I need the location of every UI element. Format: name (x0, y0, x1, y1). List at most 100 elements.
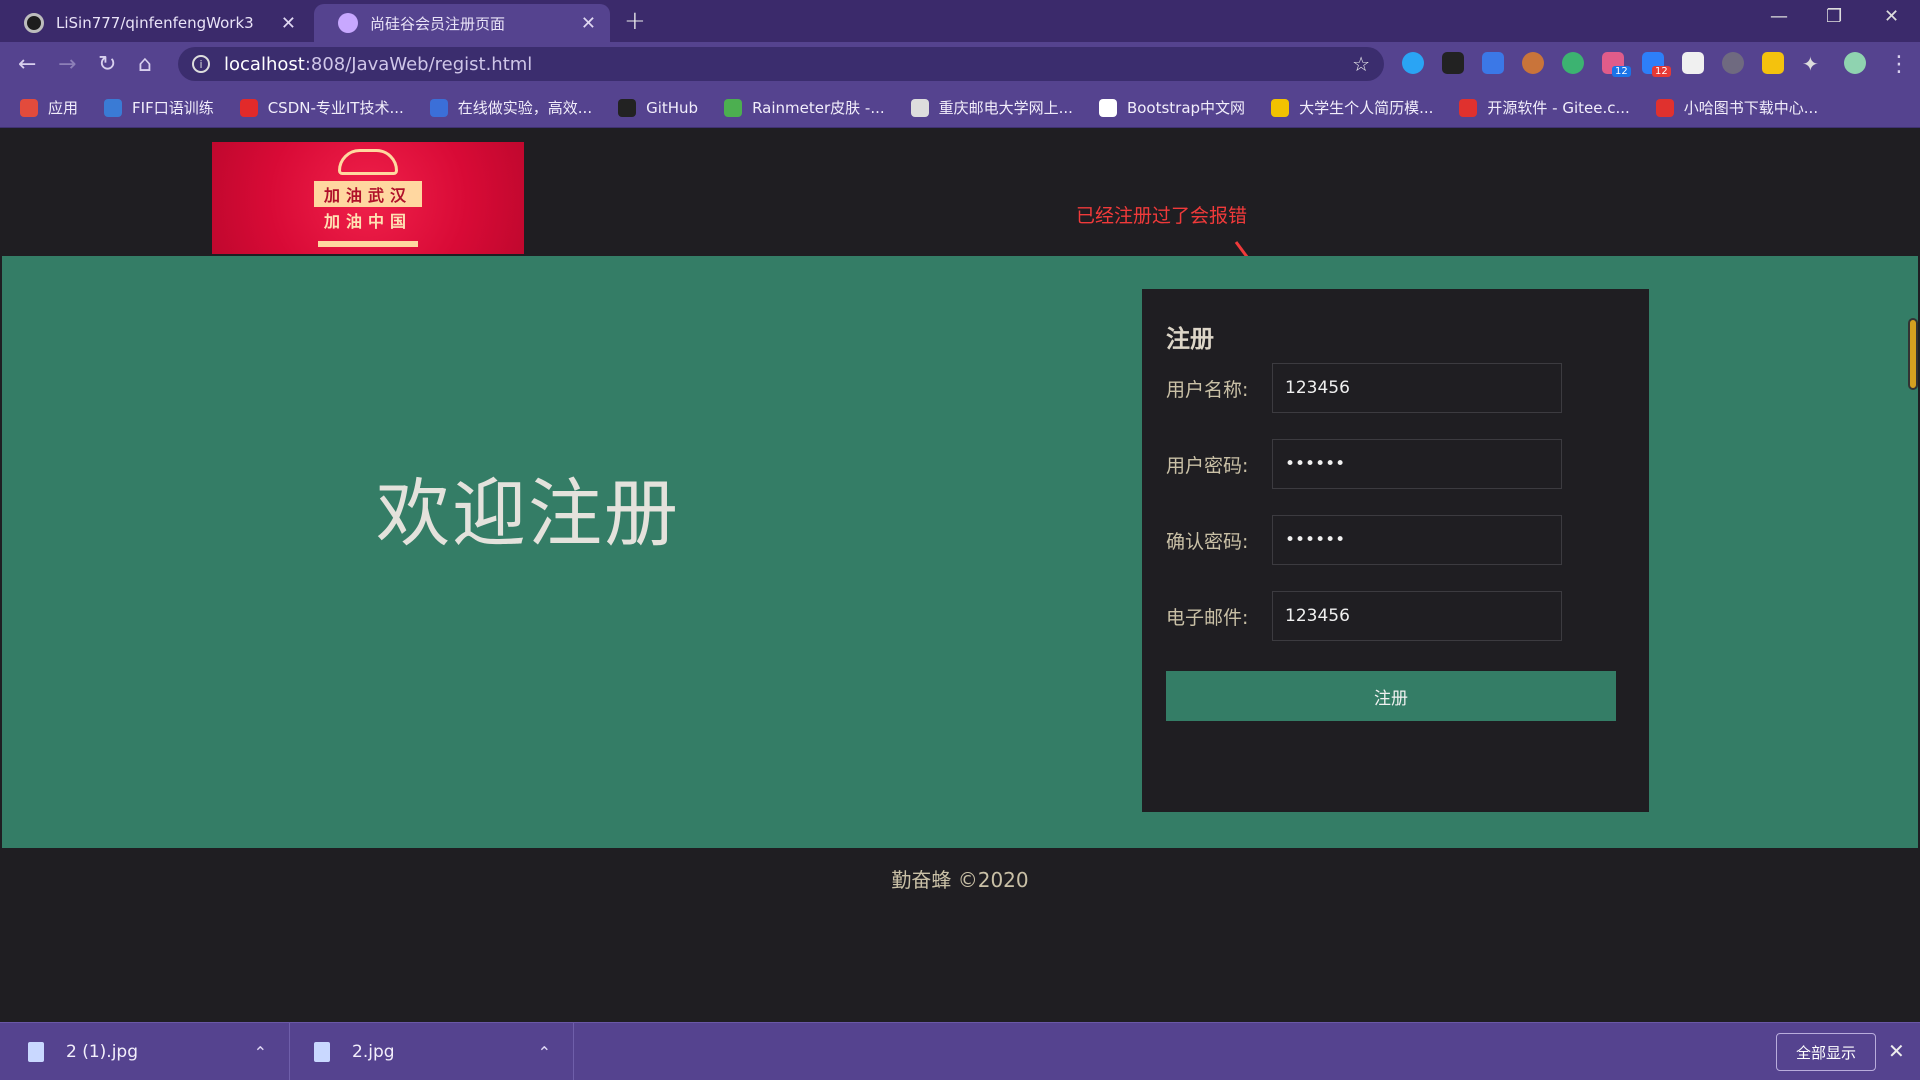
bookmark-label: 大学生个人简历模... (1299, 99, 1434, 117)
username-label: 用户名称: (1166, 378, 1249, 401)
github-icon (24, 13, 44, 33)
bookmark-item[interactable]: 重庆邮电大学网上... (910, 97, 1073, 118)
g-extension-icon[interactable] (1762, 52, 1784, 74)
tab-github[interactable]: LiSin777/qinfenfengWork3 ✕ (0, 4, 310, 42)
bookmark-favicon-icon (104, 98, 123, 117)
download-filename: 2.jpg (352, 1042, 395, 1062)
bookmark-item[interactable]: 在线做实验，高效... (429, 97, 593, 118)
home-icon[interactable]: ⌂ (138, 52, 152, 77)
password-label: 用户密码: (1166, 454, 1249, 477)
bookmark-favicon-icon (1271, 98, 1290, 117)
tab-strip: LiSin777/qinfenfengWork3 ✕ 尚硅谷会员注册页面 ✕ +… (0, 0, 1920, 42)
bookmark-favicon-icon (618, 98, 637, 117)
globe-icon (338, 13, 358, 33)
web-page: 加油武汉 加油中国 已经注册过了会报错 欢迎注册 注册 用户名称: 用户密码: … (0, 128, 1920, 1022)
s-extension-icon[interactable] (1682, 52, 1704, 74)
owl-extension-icon[interactable] (1442, 52, 1464, 74)
bookmark-item[interactable]: 大学生个人简历模... (1271, 97, 1433, 118)
menu-kebab-icon[interactable]: ⋮ (1888, 52, 1910, 77)
bookmarks-bar: 应用 FIF口语训练 CSDN-专业IT技术... 在线做实验，高效... GitHub… (0, 88, 1920, 128)
bookmark-favicon-icon (724, 98, 743, 117)
profile-avatar-icon[interactable] (1844, 52, 1866, 74)
chevron-up-icon[interactable]: ⌃ (538, 1043, 551, 1062)
download-filename: 2 (1).jpg (66, 1042, 139, 1062)
site-info-icon[interactable]: i (192, 55, 210, 73)
close-tab-icon[interactable]: ✕ (281, 13, 296, 34)
url-text[interactable]: localhost:808/JavaWeb/regist.html (224, 54, 1352, 75)
bookmark-label: Rainmeter皮肤 -... (752, 99, 885, 117)
monkey-extension-icon[interactable] (1522, 52, 1544, 74)
bookmark-item[interactable]: 应用 (20, 97, 78, 118)
username-row: 用户名称: (1166, 363, 1562, 413)
image-file-icon (28, 1042, 44, 1062)
forward-icon[interactable]: → (58, 52, 76, 77)
tab-register-page[interactable]: 尚硅谷会员注册页面 ✕ (314, 4, 610, 42)
logo-ribbon (318, 241, 418, 247)
puzzle-extensions-icon[interactable]: ✦ (1802, 52, 1824, 76)
restore-icon[interactable]: ❐ (1826, 6, 1842, 27)
bookmark-item[interactable]: 小哈图书下载中心... (1655, 97, 1818, 118)
chevron-up-icon[interactable]: ⌃ (254, 1043, 267, 1062)
bookmark-label: 在线做实验，高效... (457, 99, 593, 117)
username-input[interactable] (1272, 363, 1562, 413)
handshake-heart-icon (338, 149, 398, 175)
register-form: 注册 用户名称: 用户密码: 确认密码: 电子邮件: 注册 (1142, 289, 1649, 812)
logo-line-1: 加油武汉 (313, 181, 422, 207)
bookmark-favicon-icon (239, 98, 258, 117)
tab-label: 尚硅谷会员注册页面 (370, 14, 506, 33)
minimize-icon[interactable]: — (1770, 6, 1788, 27)
wifi-extension-icon[interactable] (1402, 52, 1424, 74)
close-download-bar-icon[interactable]: ✕ (1888, 1039, 1905, 1063)
back-icon[interactable]: ← (18, 52, 36, 77)
bookmark-favicon-icon (1655, 98, 1674, 117)
url-host: localhost (224, 53, 305, 75)
bookmark-favicon-icon (910, 98, 929, 117)
logo-line-2: 加油中国 (323, 212, 412, 231)
page-footer: 勤奋蜂 ©2020 (891, 868, 1029, 892)
email-label: 电子邮件: (1166, 606, 1249, 629)
bookmark-label: 应用 (48, 99, 79, 117)
password-row: 用户密码: (1166, 439, 1562, 489)
bookmark-item[interactable]: Bootstrap中文网 (1098, 97, 1246, 118)
extension-badge: 12 (1612, 66, 1631, 77)
confirm-password-input[interactable] (1272, 515, 1562, 565)
url-path: :808/JavaWeb/regist.html (304, 53, 533, 75)
download-item[interactable]: 2.jpg ⌃ (290, 1023, 574, 1080)
bookmark-label: 重庆邮电大学网上... (938, 99, 1073, 117)
bookmark-favicon-icon (1098, 98, 1117, 117)
close-tab-icon[interactable]: ✕ (581, 13, 596, 34)
globe-extension-icon[interactable] (1562, 52, 1584, 74)
reload-icon[interactable]: ↻ (98, 52, 116, 77)
register-button[interactable]: 注册 (1166, 671, 1616, 721)
bookmark-label: GitHub (646, 98, 699, 117)
bookmark-label: Bootstrap中文网 (1126, 99, 1246, 117)
download-bar: 2 (1).jpg ⌃ 2.jpg ⌃ 全部显示 ✕ (0, 1022, 1920, 1080)
translate-extension-icon[interactable] (1482, 52, 1504, 74)
address-bar[interactable]: i localhost:808/JavaWeb/regist.html ☆ (178, 47, 1384, 81)
close-window-icon[interactable]: ✕ (1884, 6, 1899, 27)
browser-toolbar: ← → ↻ ⌂ i localhost:808/JavaWeb/regist.h… (0, 42, 1920, 88)
bookmark-item[interactable]: GitHub (618, 98, 699, 117)
bookmark-item[interactable]: FIF口语训练 (104, 97, 214, 118)
bookmark-label: 开源软件 - Gitee.c... (1487, 99, 1630, 117)
password-input[interactable] (1272, 439, 1562, 489)
email-input[interactable] (1272, 591, 1562, 641)
bookmark-item[interactable]: 开源软件 - Gitee.c... (1459, 97, 1630, 118)
confirm-password-row: 确认密码: (1166, 515, 1562, 565)
welcome-heading: 欢迎注册 (376, 471, 680, 557)
bookmark-item[interactable]: CSDN-专业IT技术... (239, 97, 404, 118)
confirm-password-label: 确认密码: (1166, 530, 1249, 553)
show-all-button[interactable]: 全部显示 (1776, 1033, 1876, 1071)
bookmark-label: FIF口语训练 (132, 99, 214, 117)
error-annotation: 已经注册过了会报错 (1076, 205, 1248, 227)
bookmark-favicon-icon (20, 98, 38, 117)
cloud-extension-icon[interactable] (1722, 52, 1744, 74)
image-file-icon (314, 1042, 330, 1062)
scrollbar-thumb[interactable] (1908, 318, 1918, 390)
download-item[interactable]: 2 (1).jpg ⌃ (0, 1023, 290, 1080)
bookmark-item[interactable]: Rainmeter皮肤 -... (724, 97, 885, 118)
bookmark-star-icon[interactable]: ☆ (1352, 52, 1370, 76)
form-title: 注册 (1166, 325, 1214, 353)
new-tab-button[interactable]: + (624, 6, 646, 36)
email-row: 电子邮件: (1166, 591, 1562, 641)
